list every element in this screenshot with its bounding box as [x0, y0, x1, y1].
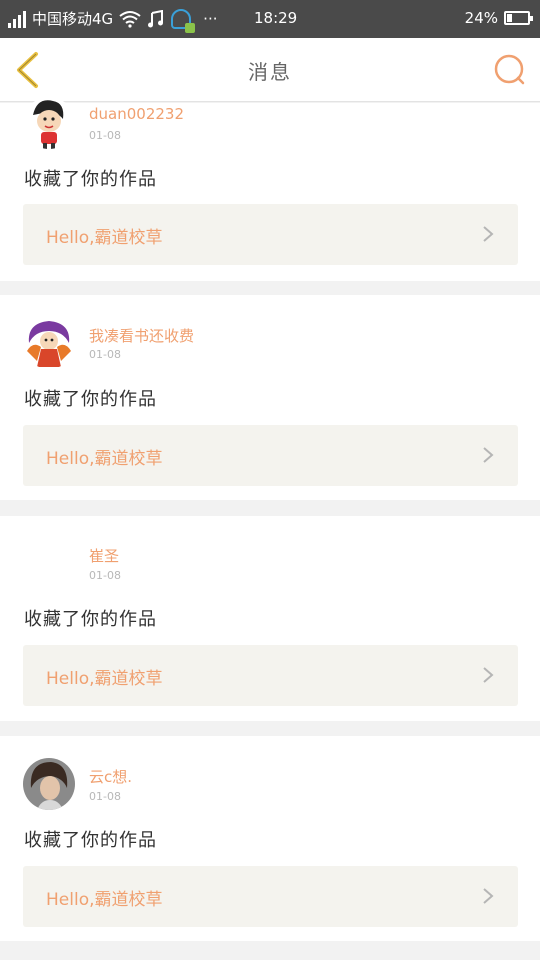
message-card: 我凑看书还收费 01-08 收藏了你的作品 Hello,霸道校草 [0, 295, 540, 500]
avatar[interactable] [23, 97, 75, 149]
avatar[interactable] [23, 538, 75, 590]
message-card: 崔圣 01-08 收藏了你的作品 Hello,霸道校草 [0, 516, 540, 721]
wifi-icon [119, 10, 141, 28]
music-icon [148, 9, 164, 27]
username[interactable]: duan002232 [89, 105, 184, 123]
cartoon-avatar-image [23, 97, 75, 149]
username[interactable]: 崔圣 [89, 545, 119, 566]
photo-avatar-image [23, 758, 75, 810]
carrier-label: 中国移动4G [32, 10, 114, 28]
message-text: 收藏了你的作品 [24, 389, 157, 410]
chevron-right-icon [483, 888, 494, 904]
more-notifications: ··· [203, 9, 218, 28]
username[interactable]: 云c想. [89, 766, 132, 787]
battery-icon [504, 11, 533, 25]
status-right: 24% [464, 9, 533, 27]
work-title: Hello,霸道校草 [46, 890, 163, 910]
battery-percent: 24% [464, 9, 498, 27]
message-date: 01-08 [89, 569, 121, 582]
work-link[interactable]: Hello,霸道校草 [23, 204, 518, 265]
message-text: 收藏了你的作品 [24, 609, 157, 630]
status-left: 中国移动4G ··· [8, 8, 218, 33]
search-button[interactable] [492, 52, 528, 88]
anime-character-avatar-image [23, 317, 75, 369]
username[interactable]: 我凑看书还收费 [89, 325, 194, 346]
message-text: 收藏了你的作品 [24, 169, 157, 190]
chevron-right-icon [483, 447, 494, 463]
work-title: Hello,霸道校草 [46, 669, 163, 689]
message-card: 云c想. 01-08 收藏了你的作品 Hello,霸道校草 [0, 736, 540, 941]
battery-level [507, 14, 512, 22]
avatar[interactable] [23, 758, 75, 810]
work-title: Hello,霸道校草 [46, 228, 163, 248]
status-bar: 中国移动4G ··· 18:29 24% [0, 0, 540, 38]
work-link[interactable]: Hello,霸道校草 [23, 866, 518, 927]
message-date: 01-08 [89, 348, 121, 361]
search-icon [494, 54, 525, 85]
signal-icon [8, 10, 26, 28]
message-date: 01-08 [89, 790, 121, 803]
message-card: duan002232 01-08 收藏了你的作品 Hello,霸道校草 [0, 97, 540, 281]
status-time: 18:29 [254, 9, 298, 27]
message-date: 01-08 [89, 129, 121, 142]
page-title: 消息 [248, 60, 292, 84]
chevron-right-icon [483, 226, 494, 242]
work-link[interactable]: Hello,霸道校草 [23, 425, 518, 486]
chevron-right-icon [483, 667, 494, 683]
message-text: 收藏了你的作品 [24, 830, 157, 851]
avatar[interactable] [23, 317, 75, 369]
work-link[interactable]: Hello,霸道校草 [23, 645, 518, 706]
nav-bar: 消息 [0, 38, 540, 102]
message-notification-icon [171, 8, 196, 33]
work-title: Hello,霸道校草 [46, 449, 163, 469]
